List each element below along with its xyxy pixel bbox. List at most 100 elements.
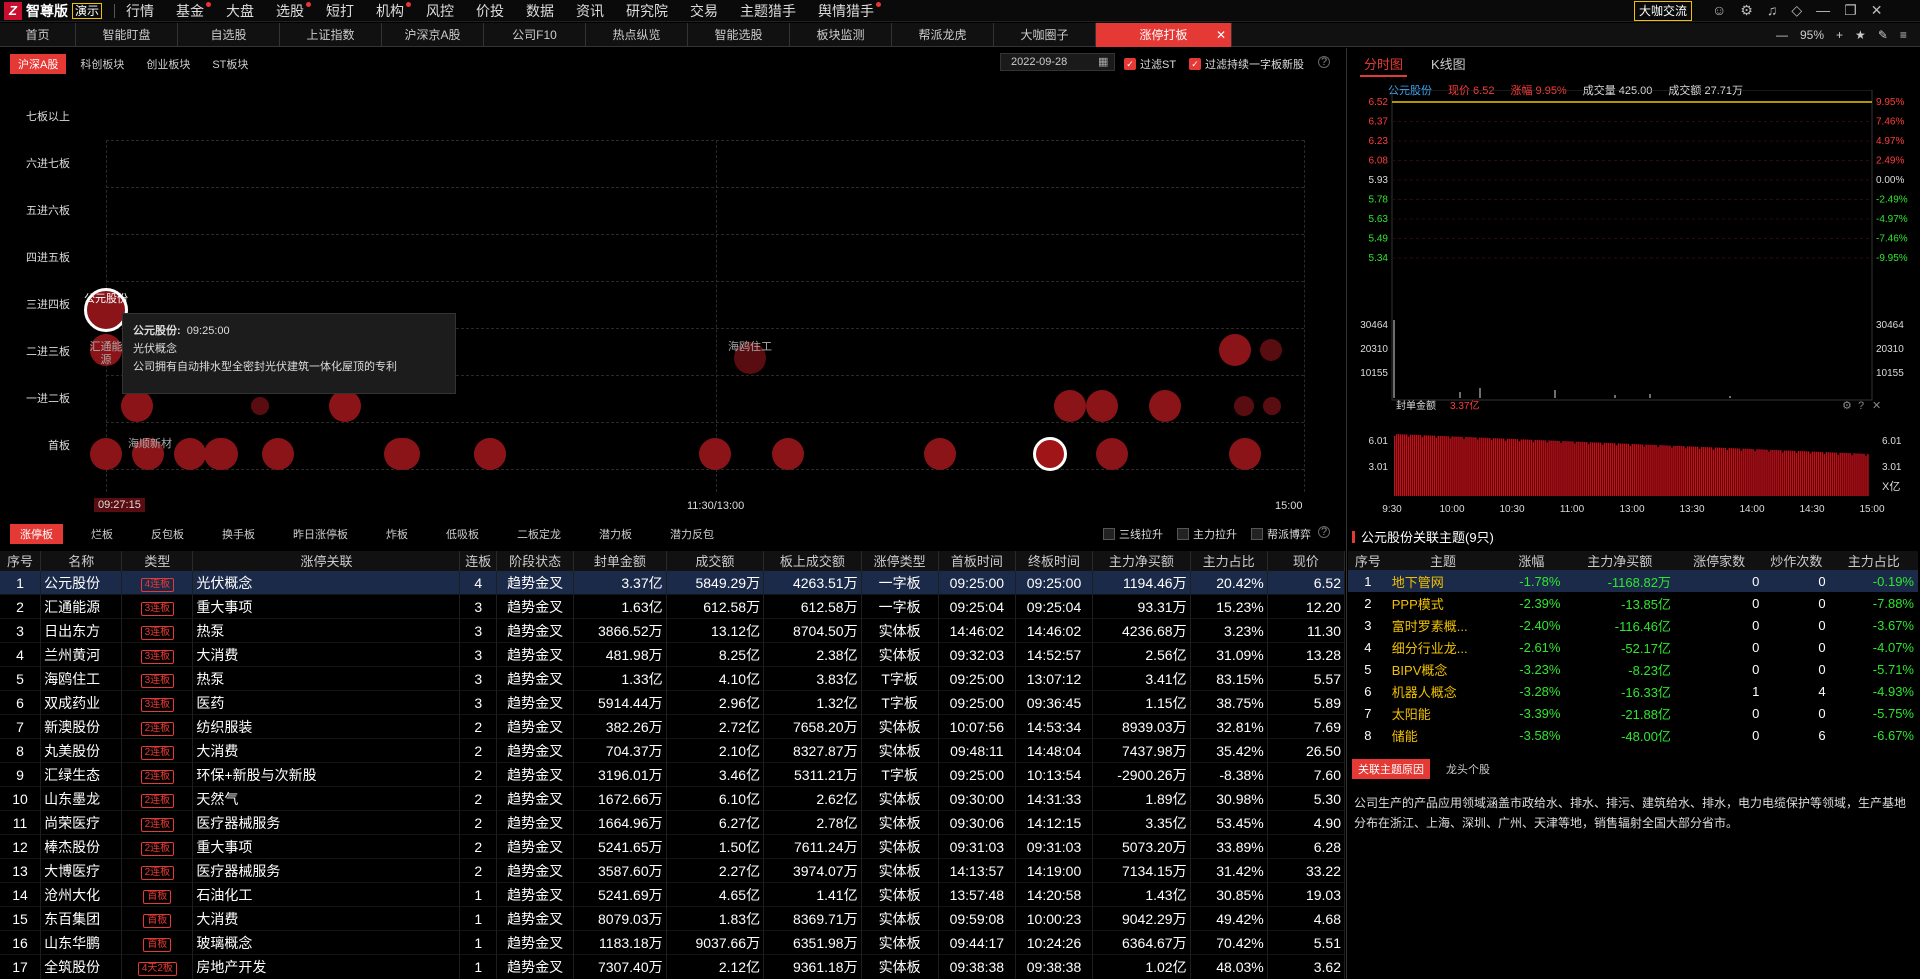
column-header[interactable]: 涨停类型 [861, 551, 939, 571]
tab-item[interactable]: 上证指数 [280, 23, 382, 47]
menu-item[interactable]: 风控 [415, 0, 465, 22]
limit-tab[interactable]: 反包板 [141, 524, 194, 544]
table-row[interactable]: 14 沧州大化 首板 石油化工 1 趋势金叉 5241.69万 4.65亿 1.41亿 实体板 13… [0, 882, 1346, 907]
settings-icon[interactable]: ⚙ [1842, 400, 1852, 412]
menu-item[interactable]: 价投 [465, 0, 515, 22]
more-icon[interactable]: ≡ [1900, 28, 1907, 42]
help-icon[interactable]: ? [1318, 56, 1330, 68]
menu-item[interactable]: 数据 [515, 0, 565, 22]
table-row[interactable]: 4 兰州黄河 3连板 大消费 3 趋势金叉 481.98万 8.25亿 2.38亿 实体板 09:3… [0, 642, 1346, 667]
zoom-out-icon[interactable]: — [1776, 28, 1788, 42]
theme-column-header[interactable]: 主题 [1387, 551, 1499, 570]
column-header[interactable]: 涨停关联 [192, 551, 461, 571]
theme-row[interactable]: 5 BIPV概念 -3.23% -8.23亿 0 0 -5.71% [1348, 658, 1918, 680]
tab-item[interactable]: 智能选股 [688, 23, 790, 47]
table-row[interactable]: 17 全筑股份 4天2板 房地产开发 1 趋势金叉 7307.40万 2.12亿 9361.18… [0, 954, 1346, 979]
table-row[interactable]: 9 汇绿生态 2连板 环保+新股与次新股 2 趋势金叉 3196.01万 3.46亿 5311.… [0, 762, 1346, 787]
help-icon[interactable]: ? [1318, 526, 1330, 538]
limit-tab[interactable]: 炸板 [376, 524, 418, 544]
limit-tab[interactable]: 低吸板 [436, 524, 489, 544]
column-header[interactable]: 主力净买额 [1092, 551, 1191, 571]
market-tab[interactable]: ST板块 [204, 54, 256, 74]
menu-item[interactable]: 基金 [165, 0, 215, 22]
table-row[interactable]: 12 棒杰股份 2连板 重大事项 2 趋势金叉 5241.65万 1.50亿 7611.24万实… [0, 834, 1346, 859]
menu-item[interactable]: 资讯 [565, 0, 615, 22]
close-icon[interactable]: ✕ [1871, 2, 1883, 19]
tab-item[interactable]: 大咖圈子 [994, 23, 1096, 47]
stock-bubble[interactable] [262, 438, 294, 470]
theme-reason-tab[interactable]: 关联主题原因 [1352, 759, 1430, 779]
stock-bubble[interactable] [251, 397, 269, 415]
minimize-icon[interactable]: — [1816, 2, 1830, 19]
column-header[interactable]: 成交额 [666, 551, 765, 571]
stock-bubble[interactable] [1229, 438, 1261, 470]
stock-bubble[interactable] [1086, 390, 1118, 422]
stock-bubble[interactable] [699, 438, 731, 470]
stock-bubble[interactable] [1234, 396, 1254, 416]
limit-tab[interactable]: 二板定龙 [507, 524, 571, 544]
table-row[interactable]: 2 汇通能源 3连板 重大事项 3 趋势金叉 1.63亿 612.58万 612.58万 一字板 0… [0, 594, 1346, 619]
market-tab[interactable]: 沪深A股 [10, 54, 67, 74]
theme-row[interactable]: 8 储能 -3.58% -48.00亿 0 6 -6.67% [1348, 724, 1918, 746]
edit-icon[interactable]: ✎ [1878, 28, 1888, 42]
app-logo[interactable]: Z 智尊版 演示 [4, 2, 103, 20]
menu-item[interactable]: 行情 [115, 0, 165, 22]
table-row[interactable]: 6 双成药业 3连板 医药 3 趋势金叉 5914.44万 2.96亿 1.32亿 T字板 09:2… [0, 690, 1346, 715]
market-tab[interactable]: 科创板块 [72, 54, 132, 74]
stock-bubble[interactable] [174, 438, 206, 470]
stock-bubble[interactable] [1096, 438, 1128, 470]
column-header[interactable]: 封单金额 [573, 551, 667, 571]
menu-item[interactable]: 选股 [265, 0, 315, 22]
bell-icon[interactable]: ♫ [1767, 2, 1778, 19]
stock-bubble[interactable] [1260, 339, 1282, 361]
filter-checkbox[interactable]: 三线拉升 [1103, 526, 1163, 542]
filter-yizi-checkbox[interactable]: ✓ 过滤持续一字板新股 [1189, 56, 1304, 72]
theme-column-header[interactable]: 主力净买额 [1564, 551, 1675, 570]
limit-tab[interactable]: 换手板 [212, 524, 265, 544]
theme-reason-tab[interactable]: 龙头个股 [1440, 759, 1496, 779]
stock-bubble[interactable] [1219, 334, 1251, 366]
tab-item[interactable]: 涨停打板 [1096, 23, 1232, 47]
column-header[interactable]: 板上成交额 [763, 551, 862, 571]
stock-bubble[interactable] [388, 438, 420, 470]
calendar-icon[interactable]: ▦ [1098, 55, 1108, 68]
tab-item[interactable]: 热点纵览 [586, 23, 688, 47]
chart-tab[interactable]: K线图 [1427, 52, 1470, 77]
table-row[interactable]: 1 公元股份 4连板 光伏概念 4 趋势金叉 3.37亿 5849.29万 4263.51万 一字… [0, 570, 1346, 595]
daka-button[interactable]: 大咖交流 [1634, 1, 1693, 21]
table-row[interactable]: 8 丸美股份 2连板 大消费 2 趋势金叉 704.37万 2.10亿 8327.87万 实体板 0… [0, 738, 1346, 763]
stock-bubble[interactable] [90, 438, 122, 470]
tab-item[interactable]: 首页 [0, 23, 76, 47]
tab-item[interactable]: 沪深京A股 [382, 23, 484, 47]
theme-column-header[interactable]: 序号 [1348, 551, 1388, 570]
zoom-in-icon[interactable]: + [1836, 28, 1843, 42]
user-icon[interactable]: ☺ [1712, 2, 1726, 19]
column-header[interactable]: 名称 [40, 551, 123, 571]
limit-tab[interactable]: 潜力反包 [660, 524, 724, 544]
theme-row[interactable]: 2 PPP模式 -2.39% -13.85亿 0 0 -7.88% [1348, 592, 1918, 614]
column-header[interactable]: 序号 [0, 551, 42, 571]
menu-item[interactable]: 机构 [365, 0, 415, 22]
table-row[interactable]: 16 山东华鹏 首板 玻璃概念 1 趋势金叉 1183.18万 9037.66万 6351.98… [0, 930, 1346, 955]
column-header[interactable]: 现价 [1267, 551, 1346, 571]
table-row[interactable]: 3 日出东方 3连板 热泵 3 趋势金叉 3866.52万 13.12亿 8704.50万 实体板… [0, 618, 1346, 643]
menu-item[interactable]: 短打 [315, 0, 365, 22]
column-header[interactable]: 阶段状态 [496, 551, 575, 571]
limit-tab[interactable]: 涨停板 [10, 524, 63, 544]
theme-column-header[interactable]: 涨停家数 [1674, 551, 1764, 570]
table-row[interactable]: 11 尚荣医疗 2连板 医疗器械服务 2 趋势金叉 1664.96万 6.27亿 2.78亿 实体… [0, 810, 1346, 835]
column-header[interactable]: 终板时间 [1015, 551, 1094, 571]
limit-tab[interactable]: 潜力板 [589, 524, 642, 544]
theme-column-header[interactable]: 涨幅 [1498, 551, 1565, 570]
limit-tab[interactable]: 昨日涨停板 [283, 524, 358, 544]
restore-icon[interactable]: ❐ [1844, 2, 1857, 19]
stock-bubble[interactable] [924, 438, 956, 470]
stock-bubble[interactable] [121, 390, 153, 422]
column-header[interactable]: 类型 [121, 551, 194, 571]
tab-item[interactable]: 帮派龙虎 [892, 23, 994, 47]
table-row[interactable]: 7 新澳股份 2连板 纺织服装 2 趋势金叉 382.26万 2.72亿 7658.20万 实体板… [0, 714, 1346, 739]
column-header[interactable]: 主力占比 [1190, 551, 1268, 571]
table-row[interactable]: 13 大博医疗 2连板 医疗器械服务 2 趋势金叉 3587.60万 2.27亿 3974.07… [0, 858, 1346, 883]
table-row[interactable]: 5 海鸥住工 3连板 热泵 3 趋势金叉 1.33亿 4.10亿 3.83亿 T字板 09:25:0… [0, 666, 1346, 691]
tab-item[interactable]: 板块监测 [790, 23, 892, 47]
